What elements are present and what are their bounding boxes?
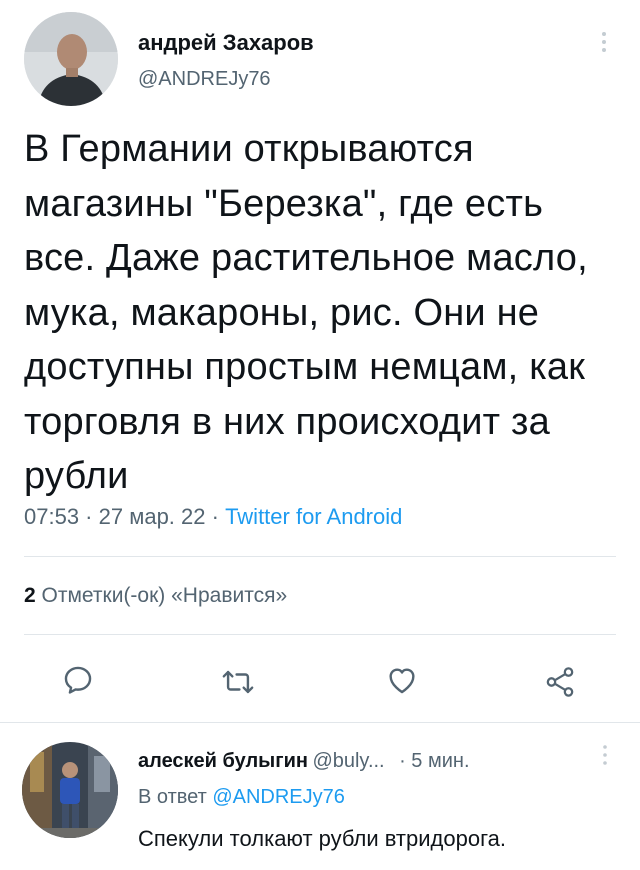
divider — [24, 634, 616, 635]
more-options-icon[interactable] — [596, 30, 612, 54]
share-button[interactable] — [540, 662, 580, 702]
reply-icon — [64, 666, 92, 694]
more-options-icon[interactable] — [598, 744, 612, 766]
author-handle[interactable]: @ANDREJy76 — [138, 68, 271, 91]
reply-author-handle[interactable]: @buly... — [312, 750, 384, 772]
person-photo-icon — [24, 12, 118, 106]
retweet-icon — [222, 670, 254, 694]
reply-author-name[interactable]: алескей булыгин — [138, 750, 308, 772]
likes-label: Отметки(-ок) «Нравится» — [41, 584, 288, 607]
reply-text: Спекули толкают рубли втридорога. — [138, 826, 506, 851]
retweet-button[interactable] — [218, 662, 258, 702]
tweet-date[interactable]: 27 мар. 22 — [99, 504, 206, 529]
tweet-time[interactable]: 07:53 — [24, 504, 79, 529]
author-name[interactable]: андрей Захаров — [138, 30, 314, 56]
reply-to-handle[interactable]: @ANDREJy76 — [212, 786, 345, 808]
likes-row[interactable]: 2 Отметки(-ок) «Нравится» — [24, 584, 287, 608]
meta-separator: · — [79, 504, 99, 529]
heart-icon — [389, 668, 415, 694]
tweet-meta: 07:53 · 27 мар. 22 · Twitter for Android — [24, 504, 402, 530]
reply-to-line: В ответ @ANDREJy76 — [138, 786, 345, 809]
likes-count: 2 — [24, 584, 36, 607]
reply-to-prefix: В ответ — [138, 786, 207, 808]
thread-separator — [0, 722, 640, 723]
reply-header: алескей булыгин @buly... · 5 мин. — [138, 750, 470, 773]
share-icon — [546, 667, 574, 697]
author-avatar[interactable] — [24, 12, 118, 106]
divider — [24, 556, 616, 557]
reply-author-avatar[interactable] — [22, 742, 118, 838]
tweet-text: В Германии открываются магазины "Березка… — [24, 128, 588, 497]
meta-separator: · — [205, 504, 226, 529]
like-button[interactable] — [382, 660, 422, 700]
tweet-source[interactable]: Twitter for Android — [225, 504, 402, 529]
reply-button[interactable] — [58, 660, 98, 700]
reply-time[interactable]: · 5 мин. — [399, 750, 469, 772]
person-photo-icon — [22, 742, 118, 838]
